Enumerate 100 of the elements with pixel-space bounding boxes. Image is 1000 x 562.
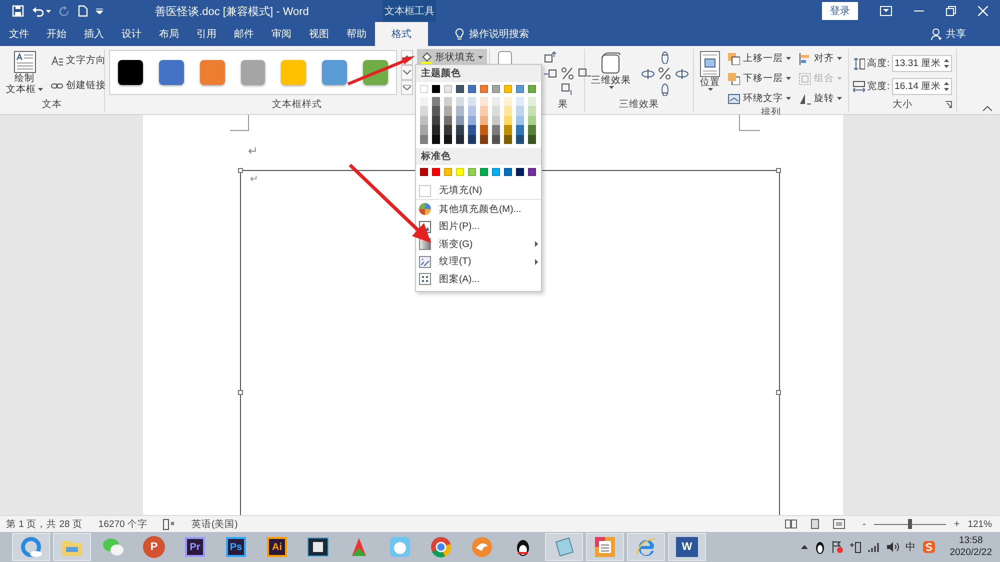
input-method-indicator[interactable]: 中 (906, 540, 916, 554)
color-swatch[interactable] (516, 125, 524, 135)
nudge-left-icon[interactable] (544, 67, 558, 80)
color-swatch[interactable] (468, 168, 476, 176)
color-swatch[interactable] (516, 106, 524, 116)
color-swatch[interactable] (432, 85, 440, 93)
color-swatch[interactable] (456, 97, 464, 106)
zoom-level[interactable]: 121% (968, 518, 992, 530)
chevron-up-icon[interactable] (800, 545, 808, 549)
size-input[interactable]: 16.14 厘米 (892, 78, 952, 95)
resize-handle[interactable] (238, 168, 243, 173)
menu-item[interactable]: 无填充(N) (416, 182, 541, 200)
color-swatch[interactable] (432, 168, 440, 176)
ribbon-tab[interactable]: 插入 (75, 22, 112, 46)
color-swatch[interactable] (444, 168, 452, 176)
speaker-icon[interactable] (886, 542, 899, 552)
size-input[interactable]: 13.31 厘米 (892, 55, 952, 72)
resize-handle[interactable] (776, 390, 781, 395)
close-icon[interactable] (978, 6, 988, 16)
ribbon-button[interactable]: 旋转 (797, 91, 844, 106)
color-swatch[interactable] (528, 168, 536, 176)
zoom-in-button[interactable]: + (952, 518, 962, 530)
resize-handle[interactable] (776, 168, 781, 173)
undo-icon[interactable] (32, 6, 44, 16)
zoom-out-button[interactable]: - (860, 518, 868, 530)
ribbon-tab[interactable]: 布局 (150, 22, 188, 46)
print-layout-icon[interactable] (808, 519, 820, 529)
ribbon-button[interactable]: 下移一层 (726, 71, 793, 86)
color-swatch[interactable] (444, 125, 452, 135)
spinner-icon[interactable] (944, 58, 949, 69)
taskbar-button[interactable]: Pr (176, 533, 214, 561)
color-swatch[interactable] (480, 106, 488, 116)
style-swatch[interactable] (240, 60, 266, 85)
draw-textbox-button[interactable]: 绘制 文本框 (4, 49, 45, 97)
ribbon-tab[interactable]: 引用 (188, 22, 225, 46)
language-indicator[interactable]: 英语(美国) (191, 518, 238, 530)
restore-icon[interactable] (946, 6, 956, 16)
penguin-icon[interactable] (814, 540, 825, 554)
menu-item[interactable]: 纹理(T) (416, 252, 541, 270)
ribbon-tab[interactable]: 设计 (112, 22, 150, 46)
color-swatch[interactable] (444, 97, 452, 106)
color-swatch[interactable] (504, 125, 512, 135)
clock[interactable]: 13:58 2020/2/22 (950, 535, 992, 559)
color-swatch[interactable] (504, 85, 512, 93)
color-swatch[interactable] (504, 97, 512, 106)
color-swatch[interactable] (468, 97, 476, 106)
style-swatch[interactable] (322, 60, 348, 85)
ribbon-tab[interactable]: 邮件 (225, 22, 262, 46)
style-swatch[interactable] (118, 60, 143, 85)
ribbon-tab[interactable]: 开始 (38, 22, 75, 46)
ribbon-display-icon[interactable] (880, 6, 892, 16)
style-swatch[interactable] (158, 60, 184, 85)
tilt-right-icon[interactable] (675, 67, 689, 80)
color-swatch[interactable] (444, 106, 452, 116)
color-swatch[interactable] (468, 125, 476, 135)
color-swatch[interactable] (480, 125, 488, 135)
menu-item[interactable]: 其他填充颜色(M)... (416, 200, 541, 218)
customize-caret-icon[interactable] (96, 8, 103, 14)
color-swatch[interactable] (456, 168, 464, 176)
ribbon-button[interactable]: 上移一层 (726, 51, 793, 66)
ribbon-tab[interactable]: 格式 (375, 22, 428, 46)
color-swatch[interactable] (492, 125, 500, 135)
color-swatch[interactable] (444, 85, 452, 93)
style-swatch[interactable] (200, 60, 225, 85)
save-icon[interactable] (12, 5, 24, 17)
tell-me-search[interactable]: 操作说明搜索 (469, 27, 529, 41)
color-swatch[interactable] (456, 125, 464, 135)
color-swatch[interactable] (492, 106, 500, 116)
s-logo-icon[interactable] (922, 541, 935, 553)
taskbar-button[interactable]: P (135, 533, 173, 561)
ribbon-tab[interactable]: 审阅 (262, 22, 300, 46)
more-button[interactable] (401, 80, 413, 95)
color-swatch[interactable] (528, 106, 536, 116)
ribbon-button[interactable]: 创建链接 (49, 78, 108, 93)
color-swatch[interactable] (528, 125, 536, 135)
color-swatch[interactable] (420, 97, 428, 106)
flag-icon[interactable] (832, 541, 843, 553)
color-swatch[interactable] (432, 97, 440, 106)
color-swatch[interactable] (516, 168, 524, 176)
read-mode-icon[interactable] (784, 519, 796, 529)
ribbon-button[interactable]: 环绕文字 (726, 91, 793, 106)
dialog-launcher-icon[interactable] (945, 101, 952, 108)
signal-bars-icon[interactable] (868, 542, 880, 552)
taskbar-button[interactable]: Ai (258, 533, 296, 561)
color-swatch[interactable] (432, 106, 440, 116)
menu-item[interactable]: 图案(A)... (416, 270, 541, 288)
color-swatch[interactable] (528, 85, 536, 93)
color-swatch[interactable] (420, 85, 428, 93)
color-swatch[interactable] (468, 85, 476, 93)
ribbon-tab[interactable]: 帮助 (338, 22, 375, 46)
style-swatch[interactable] (281, 60, 306, 85)
color-swatch[interactable] (504, 106, 512, 116)
resize-handle[interactable] (238, 390, 243, 395)
color-swatch[interactable] (492, 168, 500, 176)
position-button[interactable]: 位置 (698, 49, 722, 93)
web-layout-icon[interactable] (832, 519, 844, 529)
nudge-up-icon[interactable] (544, 51, 558, 64)
color-swatch[interactable] (456, 85, 464, 93)
color-swatch[interactable] (480, 85, 488, 93)
color-swatch[interactable] (504, 168, 512, 176)
